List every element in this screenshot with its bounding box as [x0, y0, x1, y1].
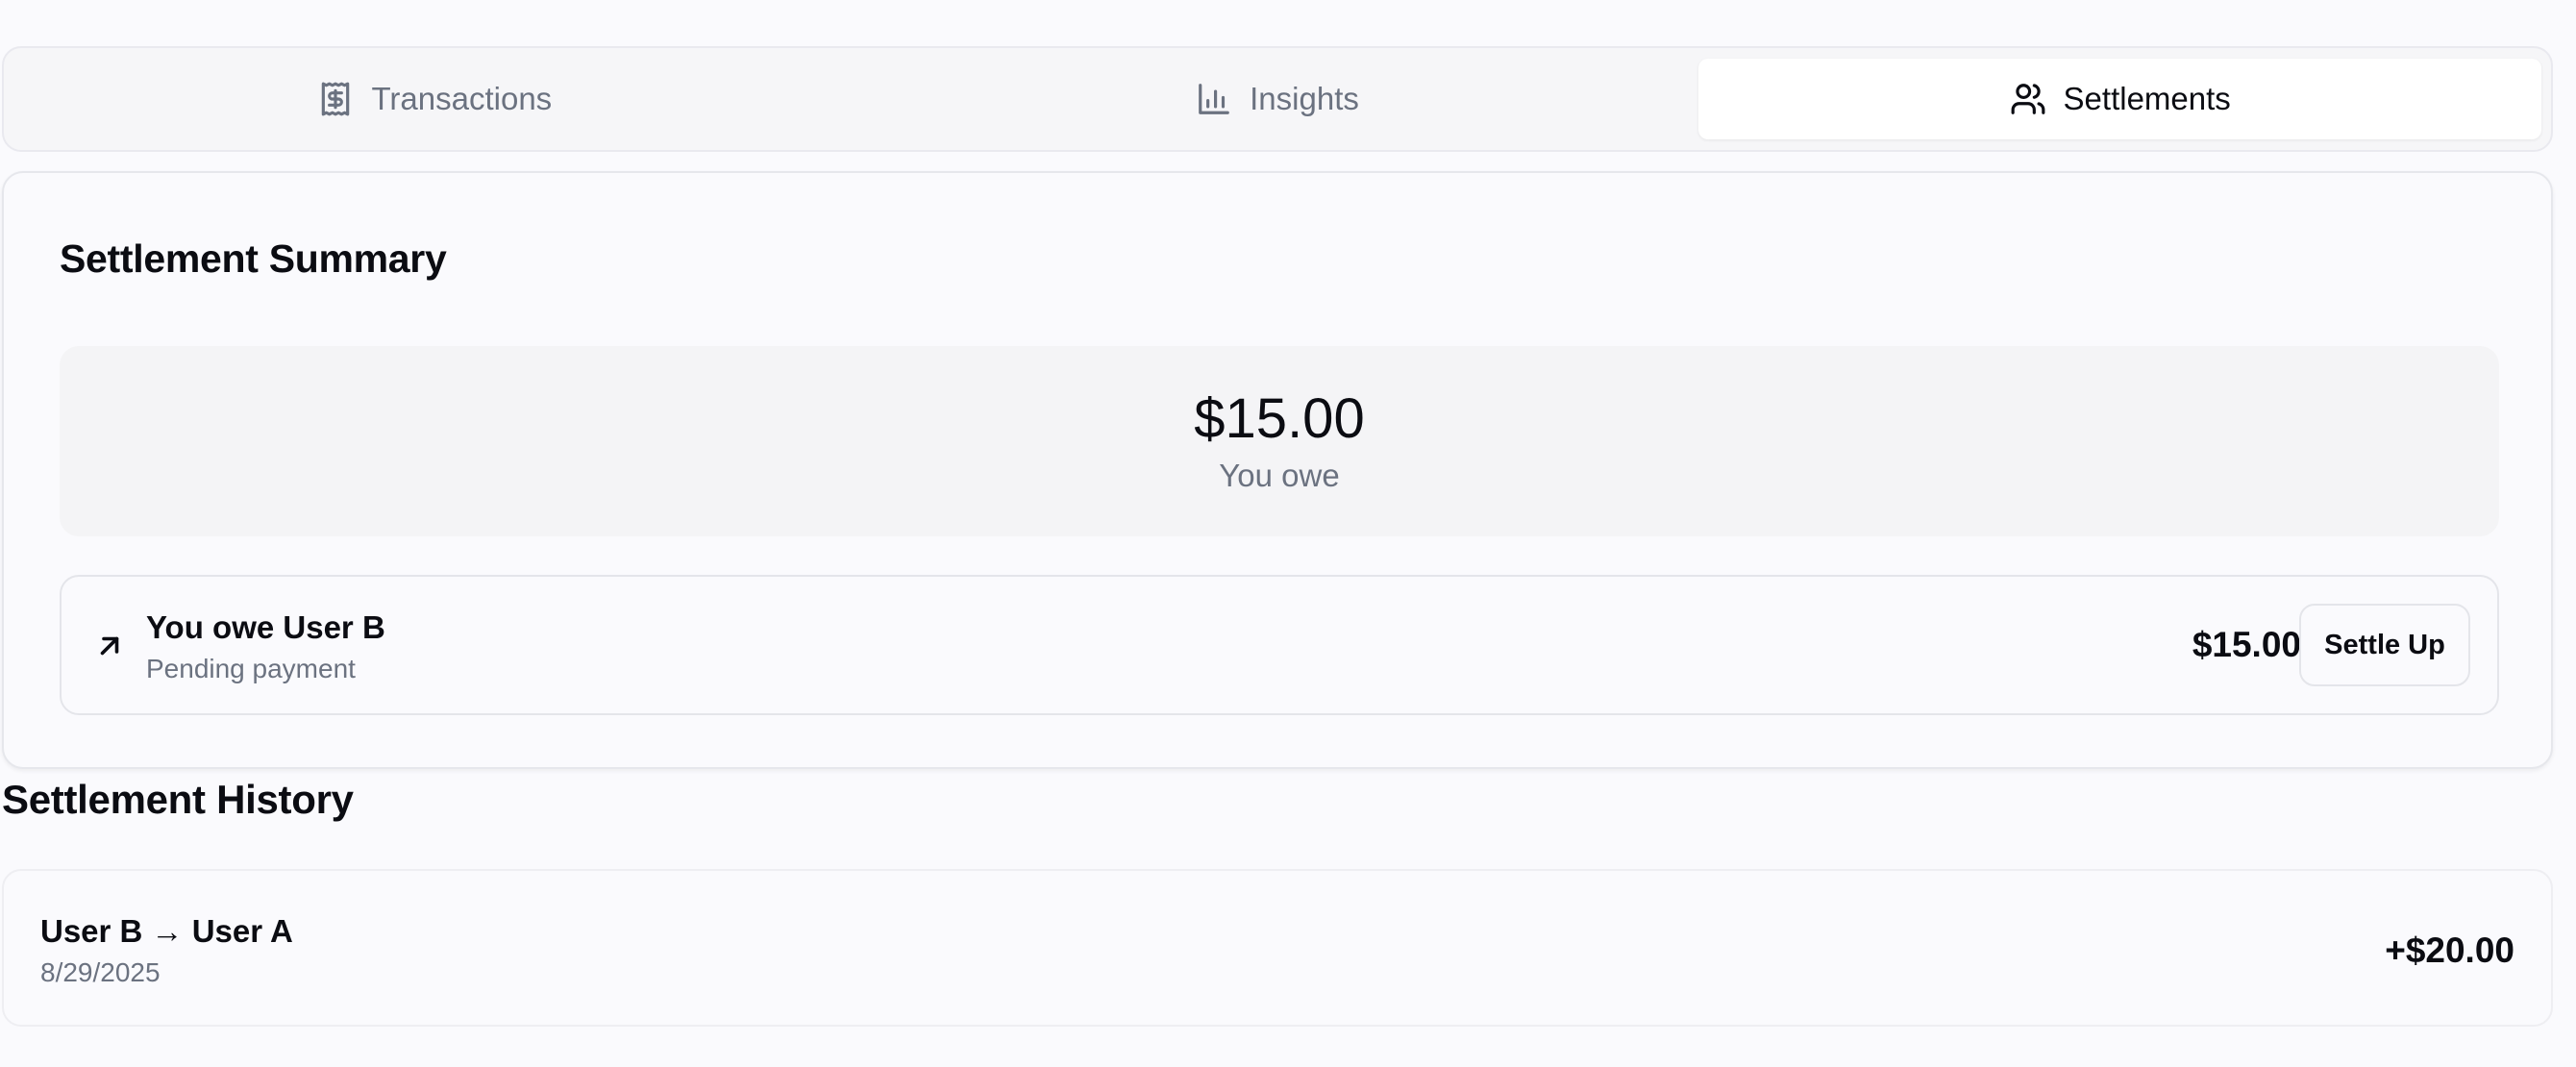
- tab-label: Transactions: [371, 81, 553, 116]
- history-amount: +$20.00: [2385, 931, 2514, 970]
- balance-amount: $15.00: [1194, 387, 1365, 451]
- tab-bar: Transactions Insights Settlements: [2, 46, 2553, 152]
- receipt-dollar-icon: [322, 82, 350, 116]
- history-row: User B → User A 8/29/2025 +$20.00: [2, 869, 2553, 1027]
- users-icon: [2011, 84, 2044, 114]
- summary-title: Settlement Summary: [60, 236, 447, 281]
- settle-up-button[interactable]: Settle Up: [2299, 604, 2470, 686]
- tab-label: Settlements: [2063, 81, 2231, 116]
- settlement-summary-card: Settlement Summary $15.00 You owe You ow…: [2, 171, 2553, 769]
- tab-insights[interactable]: Insights: [856, 59, 1699, 139]
- tab-settlements[interactable]: Settlements: [1698, 59, 2542, 139]
- debt-amount: $15.00: [2192, 625, 2301, 664]
- debt-row: You owe User B Pending payment $15.00 Se…: [60, 575, 2499, 715]
- debt-icon-wrap: [92, 629, 127, 663]
- arrow-up-right-icon: [100, 636, 119, 656]
- debt-status: Pending payment: [146, 654, 356, 683]
- history-names: User B → User A: [40, 913, 293, 949]
- debt-title: You owe User B: [146, 609, 385, 645]
- balance-label: You owe: [1219, 457, 1340, 493]
- tab-label: Insights: [1250, 81, 1359, 116]
- bar-chart-icon: [1199, 84, 1229, 114]
- history-date: 8/29/2025: [40, 957, 161, 987]
- balance-box: $15.00 You owe: [60, 346, 2499, 536]
- history-title: Settlement History: [2, 777, 354, 822]
- tab-transactions[interactable]: Transactions: [13, 59, 856, 139]
